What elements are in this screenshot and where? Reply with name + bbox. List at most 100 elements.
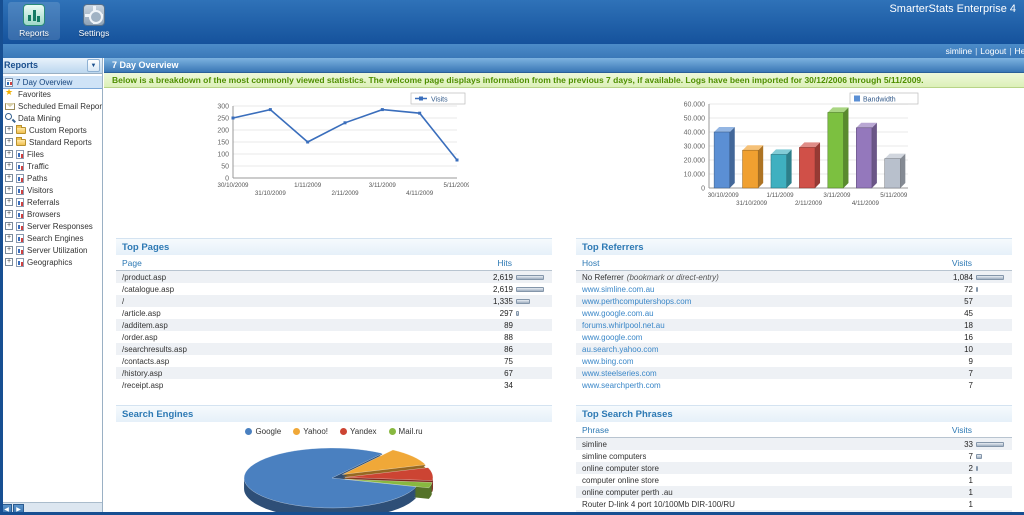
sidebar-item-visitors[interactable]: +Visitors	[0, 184, 102, 196]
row-value: 2,619	[483, 285, 548, 294]
expand-plus-icon[interactable]: +	[5, 126, 13, 134]
row-link[interactable]: www.perthcomputershops.com	[582, 297, 691, 306]
svg-text:5/11/2009: 5/11/2009	[880, 192, 908, 199]
sidebar-item-7-day-overview[interactable]: 7 Day Overview	[0, 76, 102, 88]
expand-plus-icon[interactable]: +	[5, 174, 13, 182]
search-engines-section: Search Engines Google Yahoo! Yandex Mail.ru	[116, 405, 552, 515]
sidebar-item-favorites[interactable]: Favorites	[0, 88, 102, 100]
legend-item: Yahoo!	[293, 427, 328, 436]
sidebar-item-referrals[interactable]: +Referrals	[0, 196, 102, 208]
column-header-label[interactable]: Host	[582, 258, 599, 268]
legend-item: Mail.ru	[389, 427, 423, 436]
charts-row: 05010015020025030030/10/200931/10/20091/…	[104, 92, 1024, 224]
section-title-search-engines: Search Engines	[116, 405, 552, 422]
table-row: Router D-link 4 port 10/100Mb DIR-100/RU…	[576, 498, 1012, 510]
sidebar-item-files[interactable]: +Files	[0, 148, 102, 160]
table-row: www.bing.com9	[576, 355, 1012, 367]
column-header-value[interactable]: Visits	[952, 425, 1006, 435]
value-gauge	[516, 311, 548, 316]
row-value-number: 45	[943, 309, 973, 318]
expand-plus-icon[interactable]: +	[5, 258, 13, 266]
row-link[interactable]: forums.whirlpool.net.au	[582, 321, 665, 330]
column-header-value[interactable]: Hits	[497, 258, 546, 268]
tab-settings[interactable]: Settings	[68, 2, 120, 40]
svg-text:5/11/2009: 5/11/2009	[443, 182, 469, 189]
row-label: computer online store	[582, 476, 659, 485]
user-name-link[interactable]: simline	[946, 46, 972, 56]
sidebar-item-scheduled-email-reports[interactable]: Scheduled Email Reports	[0, 100, 102, 112]
svg-text:Bandwidth: Bandwidth	[863, 97, 896, 104]
separator: |	[1009, 46, 1011, 56]
row-label-text: www.searchperth.com	[582, 381, 661, 390]
sidebar-item-label: Custom Reports	[29, 126, 87, 135]
sidebar-item-server-utilization[interactable]: +Server Utilization	[0, 244, 102, 256]
row-value-number: 1	[943, 500, 973, 509]
svg-text:20.000: 20.000	[683, 158, 705, 165]
row-value: 16	[943, 333, 1008, 342]
row-link[interactable]: www.steelseries.com	[582, 369, 657, 378]
row-link[interactable]: www.google.com.au	[582, 309, 654, 318]
sidebar-item-search-engines[interactable]: +Search Engines	[0, 232, 102, 244]
expand-plus-icon[interactable]: +	[5, 210, 13, 218]
sidebar-item-paths[interactable]: +Paths	[0, 172, 102, 184]
section-title-top-search-phrases: Top Search Phrases	[576, 405, 1012, 422]
row-link[interactable]: www.bing.com	[582, 357, 634, 366]
tab-reports[interactable]: Reports	[8, 2, 60, 40]
report-icon	[16, 150, 24, 159]
row-label-text: /order.asp	[122, 333, 158, 342]
main-tabs: Reports Settings	[8, 2, 120, 40]
row-link[interactable]: au.search.yahoo.com	[582, 345, 659, 354]
section-title-top-referrers: Top Referrers	[576, 238, 1012, 255]
value-gauge	[516, 287, 548, 292]
svg-text:40.000: 40.000	[683, 130, 705, 137]
sidebar-item-custom-reports[interactable]: + Custom Reports	[0, 124, 102, 136]
report-icon	[16, 258, 24, 267]
expand-plus-icon[interactable]: +	[5, 222, 13, 230]
table-row: simline computers7	[576, 450, 1012, 462]
logout-link[interactable]: Logout	[980, 46, 1006, 56]
row-value: 1,335	[483, 297, 548, 306]
column-header-label[interactable]: Phrase	[582, 425, 609, 435]
table-row: computer online store1	[576, 474, 1012, 486]
expand-plus-icon[interactable]: +	[5, 186, 13, 194]
column-header-label[interactable]: Page	[122, 258, 142, 268]
expand-plus-icon[interactable]: +	[5, 138, 13, 146]
sidebar-item-server-responses[interactable]: +Server Responses	[0, 220, 102, 232]
column-header-value[interactable]: Visits	[952, 258, 1006, 268]
expand-plus-icon[interactable]: +	[5, 198, 13, 206]
expand-plus-icon[interactable]: +	[5, 150, 13, 158]
expand-plus-icon[interactable]: +	[5, 246, 13, 254]
row-value: 88	[483, 333, 548, 342]
sidebar-item-geographics[interactable]: +Geographics	[0, 256, 102, 268]
expand-plus-icon[interactable]: +	[5, 234, 13, 242]
svg-text:31/10/2009: 31/10/2009	[255, 190, 287, 197]
sidebar-item-browsers[interactable]: +Browsers	[0, 208, 102, 220]
legend-label: Yandex	[350, 427, 377, 436]
mining-icon	[5, 113, 15, 123]
row-value: 33	[943, 440, 1008, 449]
row-value: 86	[483, 345, 548, 354]
row-value: 297	[483, 309, 548, 318]
help-link[interactable]: Help	[1015, 46, 1024, 56]
row-link[interactable]: www.searchperth.com	[582, 381, 661, 390]
row-link[interactable]: www.simline.com.au	[582, 285, 654, 294]
row-value-number: 33	[943, 440, 973, 449]
sidebar-item-standard-reports[interactable]: +Standard Reports	[0, 136, 102, 148]
svg-text:31/10/2009: 31/10/2009	[736, 200, 768, 207]
value-gauge	[976, 442, 1008, 447]
table-row: /1,335	[116, 295, 552, 307]
star-icon	[5, 89, 15, 99]
report-icon	[16, 174, 24, 183]
bandwidth-bar-chart: 010.00020.00030.00040.00050.00060.00030/…	[667, 92, 922, 224]
row-value: 10	[943, 345, 1008, 354]
row-link[interactable]: www.google.com	[582, 333, 642, 342]
value-gauge	[976, 466, 1008, 471]
sidebar-item-traffic[interactable]: +Traffic	[0, 160, 102, 172]
sidebar-collapse-button[interactable]: ▼	[87, 59, 100, 72]
svg-text:300: 300	[217, 104, 229, 111]
expand-plus-icon[interactable]: +	[5, 162, 13, 170]
legend-item: Google	[245, 427, 281, 436]
row-label-text: simline computers	[582, 452, 646, 461]
sidebar-item-label: 7 Day Overview	[16, 78, 72, 87]
sidebar-item-data-mining[interactable]: Data Mining	[0, 112, 102, 124]
